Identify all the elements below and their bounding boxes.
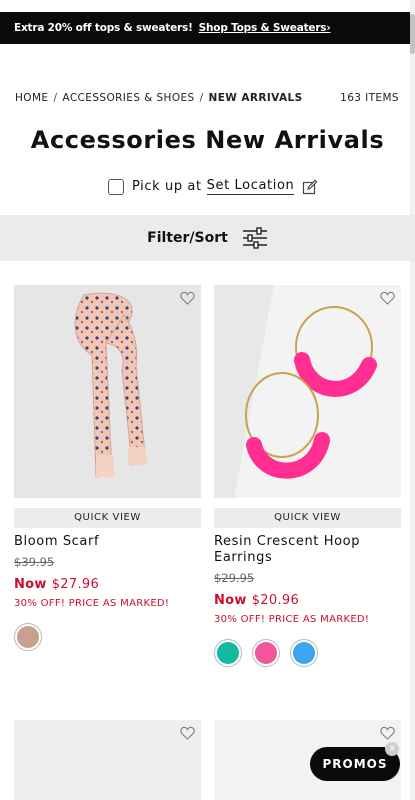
store-pickup-filter[interactable]: Pick up at Set Location (108, 178, 318, 195)
page-scrollbar[interactable] (410, 0, 415, 800)
product-name[interactable]: Resin Crescent Hoop Earrings (214, 534, 401, 566)
promos-close-icon[interactable]: × (385, 742, 399, 756)
page-title: Accessories New Arrivals (30, 126, 385, 154)
breadcrumb-separator: / (53, 92, 58, 104)
sliders-icon (242, 227, 267, 249)
product-card[interactable]: QUICK VIEW Bloom Scarf $39.95 Now $27.96 … (14, 285, 201, 651)
wishlist-heart-icon[interactable] (380, 291, 395, 305)
pickup-label: Pick up at (132, 179, 202, 194)
quick-view-button[interactable]: QUICK VIEW (214, 508, 401, 528)
set-location-link[interactable]: Set Location (206, 178, 295, 195)
breadcrumb: HOME / ACCESSORIES & SHOES / NEW ARRIVAL… (15, 92, 303, 104)
now-price: $27.96 (51, 577, 100, 592)
offer-text: 30% OFF! PRICE AS MARKED! (14, 598, 170, 609)
breadcrumb-accessories[interactable]: ACCESSORIES & SHOES (62, 92, 194, 104)
filter-sort-label: Filter/Sort (147, 230, 228, 246)
offer-text: 30% OFF! PRICE AS MARKED! (214, 614, 370, 625)
original-price: $29.95 (214, 571, 255, 585)
breadcrumb-separator: / (199, 92, 204, 104)
promo-text: Extra 20% off tops & sweaters! (14, 22, 193, 34)
color-swatch[interactable] (14, 623, 42, 651)
color-swatch[interactable] (252, 639, 280, 667)
product-card[interactable] (14, 720, 201, 800)
sale-price: Now $20.96 (214, 593, 401, 608)
wishlist-heart-icon[interactable] (180, 291, 195, 305)
wishlist-heart-icon[interactable] (180, 726, 195, 740)
sale-price: Now $27.96 (14, 577, 201, 592)
item-count: 163 ITEMS (340, 92, 399, 104)
now-price: $20.96 (251, 593, 300, 608)
original-price: $39.95 (14, 555, 55, 569)
product-name[interactable]: Bloom Scarf (14, 534, 201, 550)
product-image[interactable] (214, 285, 401, 498)
promo-link[interactable]: Shop Tops & Sweaters› (199, 22, 331, 34)
scarf-image (74, 292, 147, 478)
pickup-checkbox[interactable] (108, 178, 124, 195)
product-image[interactable] (14, 285, 201, 498)
promo-banner: Extra 20% off tops & sweaters! Shop Tops… (0, 12, 410, 44)
scrollbar-thumb[interactable] (410, 14, 415, 54)
color-swatches (214, 639, 401, 667)
product-card[interactable]: QUICK VIEW Resin Crescent Hoop Earrings … (214, 285, 401, 667)
edit-icon[interactable] (302, 179, 318, 195)
color-swatch[interactable] (290, 639, 318, 667)
color-swatch[interactable] (214, 639, 242, 667)
filter-sort-button[interactable]: Filter/Sort (0, 215, 415, 261)
breadcrumb-current: NEW ARRIVALS (208, 92, 303, 104)
product-image[interactable] (14, 720, 201, 800)
wishlist-heart-icon[interactable] (380, 726, 395, 740)
quick-view-button[interactable]: QUICK VIEW (14, 508, 201, 528)
breadcrumb-home[interactable]: HOME (15, 92, 48, 104)
color-swatches (14, 623, 201, 651)
earrings-image (214, 285, 401, 498)
now-label: Now (14, 577, 47, 592)
now-label: Now (214, 593, 247, 608)
